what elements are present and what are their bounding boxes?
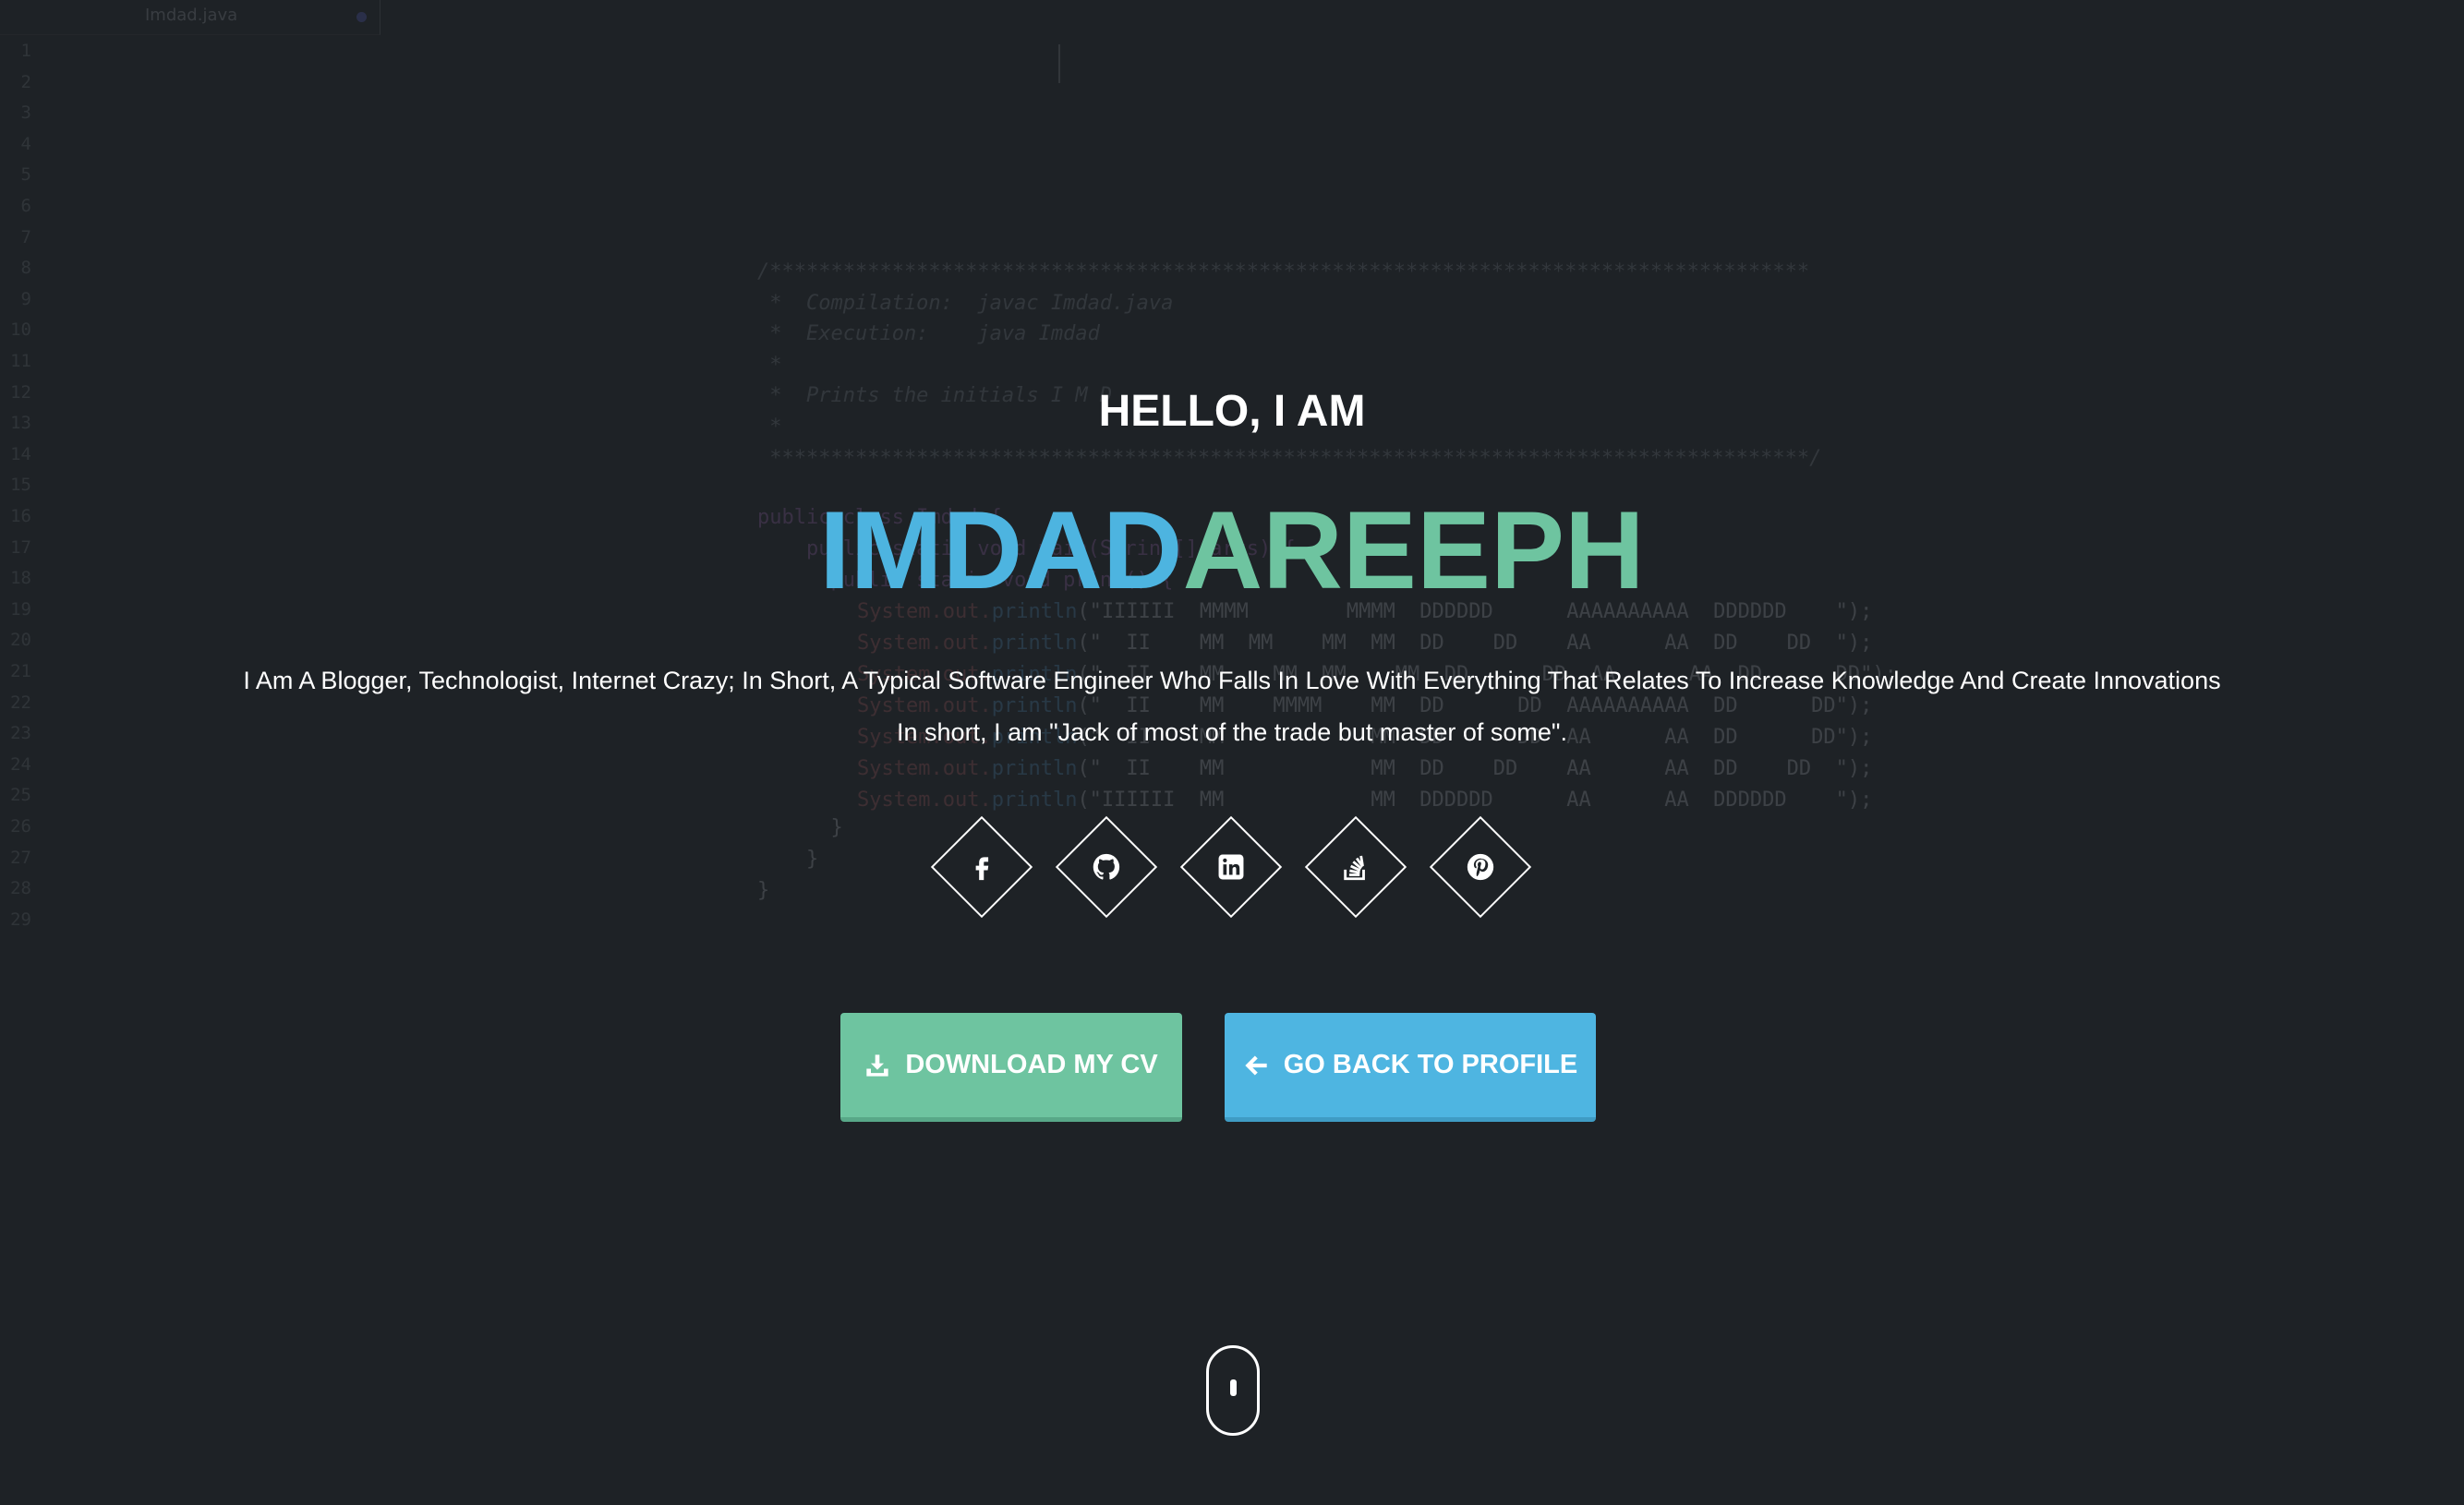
pinterest-icon — [1467, 853, 1494, 881]
code-line: System.out.println(" II MM MM DD DD AA A… — [857, 755, 1872, 783]
editor-cursor — [1058, 44, 1060, 83]
unsaved-dot-icon — [356, 12, 367, 22]
facebook-icon — [975, 857, 989, 881]
code-line: /***************************************… — [757, 260, 1810, 283]
github-link[interactable] — [1055, 815, 1158, 919]
code-token: (" II MM MMMM MM DD DD AAAAAAAAAA DD DD"… — [1077, 694, 1873, 717]
code-token: .out. — [930, 789, 992, 812]
stackoverflow-link[interactable] — [1304, 815, 1407, 919]
pinterest-link[interactable] — [1429, 815, 1532, 919]
code-token: .out. — [930, 632, 992, 655]
code-token: println — [991, 694, 1078, 717]
name-title: IMDADAREEPH — [0, 486, 2464, 615]
last-name: AREEPH — [1182, 488, 1645, 612]
editor-tab-filename: Imdad.java — [145, 6, 238, 25]
line-number: 7 — [20, 226, 31, 247]
stackoverflow-icon — [1344, 855, 1365, 881]
download-icon — [866, 1054, 888, 1077]
code-token: System — [857, 757, 931, 780]
line-number: 20 — [10, 630, 31, 651]
line-number: 11 — [10, 351, 31, 371]
download-cv-label: DOWNLOAD MY CV — [905, 1050, 1158, 1079]
line-number: 4 — [20, 133, 31, 154]
code-line: System.out.println(" II MM MMMM MM DD DD… — [857, 692, 1872, 720]
code-token: .out. — [930, 757, 992, 780]
code-token: .out. — [930, 694, 992, 717]
linkedin-link[interactable] — [1179, 815, 1283, 919]
code-token: System — [857, 632, 931, 655]
line-number: 25 — [10, 785, 31, 806]
code-token: (" II MM MM MM MM DD DD AA AA DD DD "); — [1077, 632, 1873, 655]
line-number: 2 — [20, 71, 31, 92]
line-number: 8 — [20, 258, 31, 279]
editor-tab: Imdad.java — [0, 0, 380, 35]
github-icon — [1093, 853, 1120, 880]
code-line: * Execution: java Imdad — [757, 322, 1100, 345]
code-token: ("IIIIII MM MM DDDDDD AA AA DDDDDD "); — [1077, 789, 1873, 812]
code-token: println — [991, 757, 1078, 780]
line-number: 9 — [20, 288, 31, 309]
code-token: System — [857, 694, 931, 717]
code-token: System — [857, 789, 931, 812]
download-cv-button[interactable]: DOWNLOAD MY CV — [840, 1013, 1182, 1122]
line-number: 3 — [20, 102, 31, 124]
code-token: println — [991, 789, 1078, 812]
back-to-profile-label: GO BACK TO PROFILE — [1283, 1050, 1578, 1079]
line-number: 10 — [10, 319, 31, 341]
facebook-link[interactable] — [930, 815, 1033, 919]
line-number: 24 — [10, 753, 31, 775]
code-line: System.out.println(" II MM MM MM MM DD D… — [857, 630, 1872, 657]
code-token: println — [991, 632, 1078, 655]
line-number: 1 — [20, 41, 31, 61]
line-number: 14 — [10, 443, 31, 464]
greeting-heading: HELLO, I AM — [1098, 387, 1366, 436]
code-line: * Compilation: javac Imdad.java — [757, 292, 1174, 315]
social-links — [0, 815, 2464, 923]
code-token: (" II MM MM DD DD AA AA DD DD "); — [1077, 757, 1873, 780]
line-number: 6 — [20, 196, 31, 216]
arrow-left-icon — [1245, 1055, 1267, 1075]
editor-background: Imdad.java 1 2 3 4 5 6 7 8 9 10 11 12 13 14 15 16 17 18 19… — [0, 0, 2464, 1505]
quote-text: In short, I am "Jack of most of the trad… — [897, 718, 1567, 746]
code-line: ****************************************… — [757, 447, 1822, 470]
mouse-wheel — [1230, 1379, 1237, 1396]
linkedin-icon — [1218, 854, 1244, 880]
code-line: * — [757, 354, 782, 377]
code-line: System.out.println("IIIIII MM MM DDDDDD … — [857, 787, 1872, 814]
back-to-profile-button[interactable]: GO BACK TO PROFILE — [1225, 1013, 1596, 1122]
mouse-scroll-icon[interactable] — [1206, 1345, 1260, 1436]
line-number: 5 — [20, 164, 31, 186]
tagline-text: I Am A Blogger, Technologist, Internet C… — [243, 667, 2221, 694]
first-name: IMDAD — [819, 488, 1183, 612]
